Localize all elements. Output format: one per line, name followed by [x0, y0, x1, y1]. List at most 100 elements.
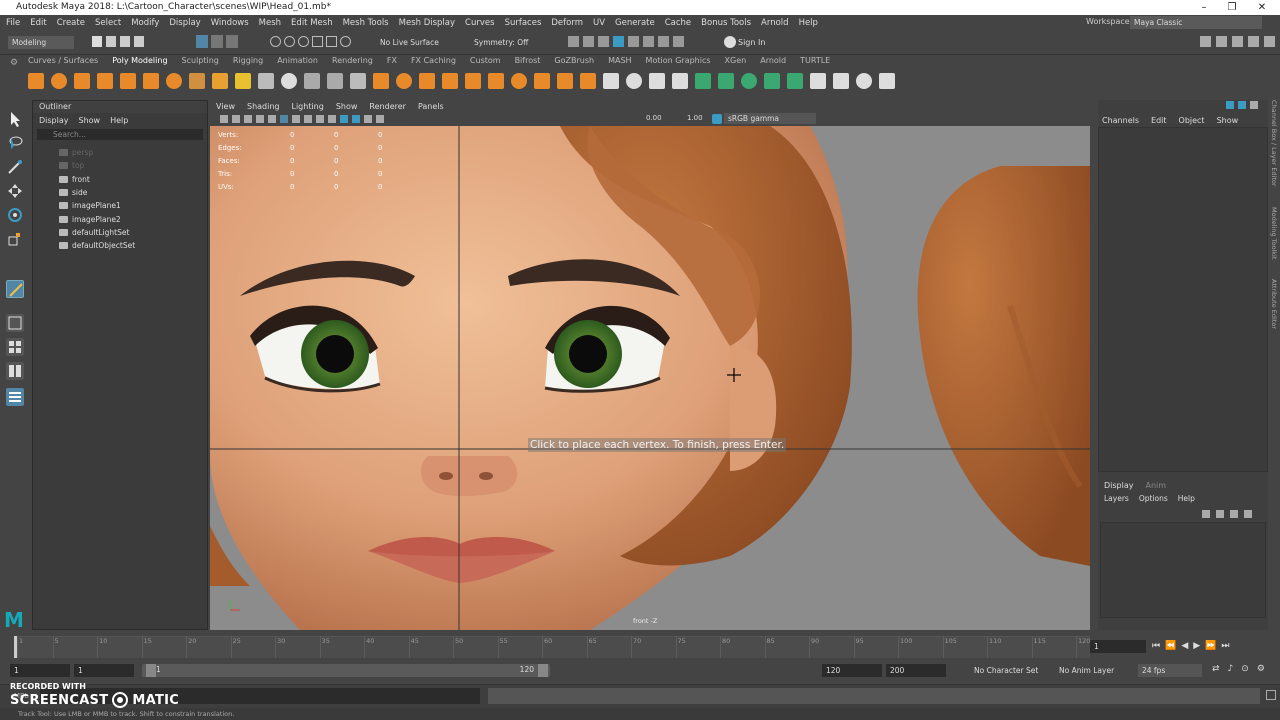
shelf-tool-icon[interactable] — [580, 73, 596, 89]
select-mode-icons[interactable] — [196, 35, 242, 50]
layer-menu-layers[interactable]: Layers — [1104, 494, 1129, 506]
move-tool-icon[interactable] — [6, 182, 24, 200]
fps-select[interactable]: 24 fps — [1138, 664, 1202, 677]
menu-mesh[interactable]: Mesh — [259, 18, 281, 28]
playback-end-field[interactable]: 120 — [822, 664, 882, 677]
scale-tool-icon[interactable] — [6, 230, 24, 248]
shelf-settings-icon[interactable]: ⚙ — [10, 58, 18, 68]
minimize-icon[interactable]: – — [1190, 0, 1218, 15]
gamma-value[interactable]: 1.00 — [687, 114, 703, 122]
outliner-search-input[interactable]: Search... — [37, 129, 203, 140]
layer-list[interactable] — [1100, 522, 1266, 618]
color-management-icon[interactable] — [712, 114, 722, 124]
shelf-tool-icon[interactable] — [488, 73, 504, 89]
shelf-tool-icon[interactable] — [166, 73, 182, 89]
shelf-tool-icon[interactable] — [258, 73, 274, 89]
side-tab-modeling-toolkit[interactable]: Modeling Toolkit — [1270, 207, 1278, 259]
menu-mesh-tools[interactable]: Mesh Tools — [343, 18, 389, 28]
two-pane-layout-icon[interactable] — [6, 362, 24, 380]
shelf-tab-bifrost[interactable]: Bifrost — [515, 56, 541, 68]
outliner-menu-display[interactable]: Display — [39, 116, 69, 125]
shelf-tool-icon[interactable] — [419, 73, 435, 89]
shelf-tool-icon[interactable] — [304, 73, 320, 89]
outliner-menu-help[interactable]: Help — [110, 116, 128, 125]
side-tab-channel-box-layer-editor[interactable]: Channel Box / Layer Editor — [1270, 100, 1278, 187]
layer-tab-anim[interactable]: Anim — [1146, 481, 1167, 493]
shelf-tool-icon[interactable] — [856, 73, 872, 89]
outliner-item[interactable]: imagePlane1 — [33, 199, 207, 212]
menu-arnold[interactable]: Arnold — [761, 18, 789, 28]
shelf-tool-icon[interactable] — [672, 73, 688, 89]
four-pane-layout-icon[interactable] — [6, 338, 24, 356]
layer-tab-display[interactable]: Display — [1104, 481, 1134, 493]
paint-select-icon[interactable] — [6, 158, 24, 176]
shelf-tab-motion-graphics[interactable]: Motion Graphics — [646, 56, 711, 68]
panel-toggle-icons[interactable] — [1200, 36, 1276, 49]
menu-file[interactable]: File — [6, 18, 20, 28]
select-tool-icon[interactable] — [6, 110, 24, 128]
layer-menu-options[interactable]: Options — [1139, 494, 1168, 506]
menu-surfaces[interactable]: Surfaces — [505, 18, 542, 28]
playback-start-field[interactable]: 1 — [74, 664, 134, 677]
sign-in-button[interactable]: Sign In — [738, 38, 765, 47]
menu-uv[interactable]: UV — [593, 18, 605, 28]
shelf-tab-gozbrush[interactable]: GoZBrush — [554, 56, 594, 68]
outliner-menu-show[interactable]: Show — [79, 116, 101, 125]
shelf-tool-icon[interactable] — [327, 73, 343, 89]
shelf-tool-icon[interactable] — [649, 73, 665, 89]
channelbox-menu-object[interactable]: Object — [1179, 116, 1205, 125]
rotate-tool-icon[interactable] — [6, 206, 24, 224]
single-pane-layout-icon[interactable] — [6, 314, 24, 332]
shelf-tool-icon[interactable] — [879, 73, 895, 89]
menu-cache[interactable]: Cache — [665, 18, 691, 28]
range-slider[interactable]: 1 120 — [142, 664, 550, 677]
shelf-tool-icon[interactable] — [557, 73, 573, 89]
lasso-tool-icon[interactable] — [6, 134, 24, 152]
shelf-tool-icon[interactable] — [350, 73, 366, 89]
shelf-tab-custom[interactable]: Custom — [470, 56, 501, 68]
user-icon[interactable] — [724, 36, 736, 48]
shelf-tool-icon[interactable] — [74, 73, 90, 89]
menu-generate[interactable]: Generate — [615, 18, 655, 28]
shelf-tool-icon[interactable] — [212, 73, 228, 89]
menu-edit-mesh[interactable]: Edit Mesh — [291, 18, 333, 28]
menu-mesh-display[interactable]: Mesh Display — [399, 18, 455, 28]
shelf-tool-icon[interactable] — [189, 73, 205, 89]
color-space-select[interactable]: sRGB gamma — [724, 113, 816, 124]
channelbox-menu-show[interactable]: Show — [1217, 116, 1239, 125]
menu-bonus-tools[interactable]: Bonus Tools — [701, 18, 751, 28]
live-surface-label[interactable]: No Live Surface — [380, 38, 439, 47]
symmetry-label[interactable]: Symmetry: Off — [474, 38, 528, 47]
shelf-tool-icon[interactable] — [833, 73, 849, 89]
shelf-tool-icon[interactable] — [28, 73, 44, 89]
shelf-tab-rigging[interactable]: Rigging — [233, 56, 263, 68]
outliner-item[interactable]: defaultObjectSet — [33, 239, 207, 252]
shelf-tab-mash[interactable]: MASH — [608, 56, 631, 68]
outliner-item[interactable]: defaultLightSet — [33, 226, 207, 239]
restore-icon[interactable]: ❐ — [1218, 0, 1246, 15]
layer-buttons[interactable] — [1202, 510, 1264, 519]
quad-draw-tool-icon[interactable] — [6, 280, 24, 298]
end-frame-field[interactable]: 200 — [886, 664, 946, 677]
menu-display[interactable]: Display — [169, 18, 200, 28]
menu-help[interactable]: Help — [799, 18, 818, 28]
viewport-menu-renderer[interactable]: Renderer — [369, 102, 406, 111]
shelf-tab-curves-surfaces[interactable]: Curves / Surfaces — [28, 56, 98, 68]
menu-modify[interactable]: Modify — [131, 18, 159, 28]
playback-option-icons[interactable]: ⇄ ♪ ⊙ ⚙ — [1212, 664, 1272, 676]
viewport-menu-show[interactable]: Show — [336, 102, 358, 111]
current-frame-field[interactable]: 1 — [1090, 640, 1146, 653]
shelf-tab-sculpting[interactable]: Sculpting — [182, 56, 219, 68]
shelf-tab-fx-caching[interactable]: FX Caching — [411, 56, 456, 68]
channelbox-menu-edit[interactable]: Edit — [1151, 116, 1167, 125]
shelf-tool-icon[interactable] — [143, 73, 159, 89]
outliner-item[interactable]: imagePlane2 — [33, 212, 207, 225]
workspace-select[interactable]: Maya Classic — [1130, 16, 1262, 29]
shelf-tool-icon[interactable] — [626, 73, 642, 89]
menu-create[interactable]: Create — [57, 18, 85, 28]
channelbox-menu-channels[interactable]: Channels — [1102, 116, 1139, 125]
mode-select[interactable]: Modeling — [8, 36, 74, 49]
viewport-menu-view[interactable]: View — [216, 102, 235, 111]
outliner-item[interactable]: top — [33, 159, 207, 172]
shelf-tool-icon[interactable] — [764, 73, 780, 89]
